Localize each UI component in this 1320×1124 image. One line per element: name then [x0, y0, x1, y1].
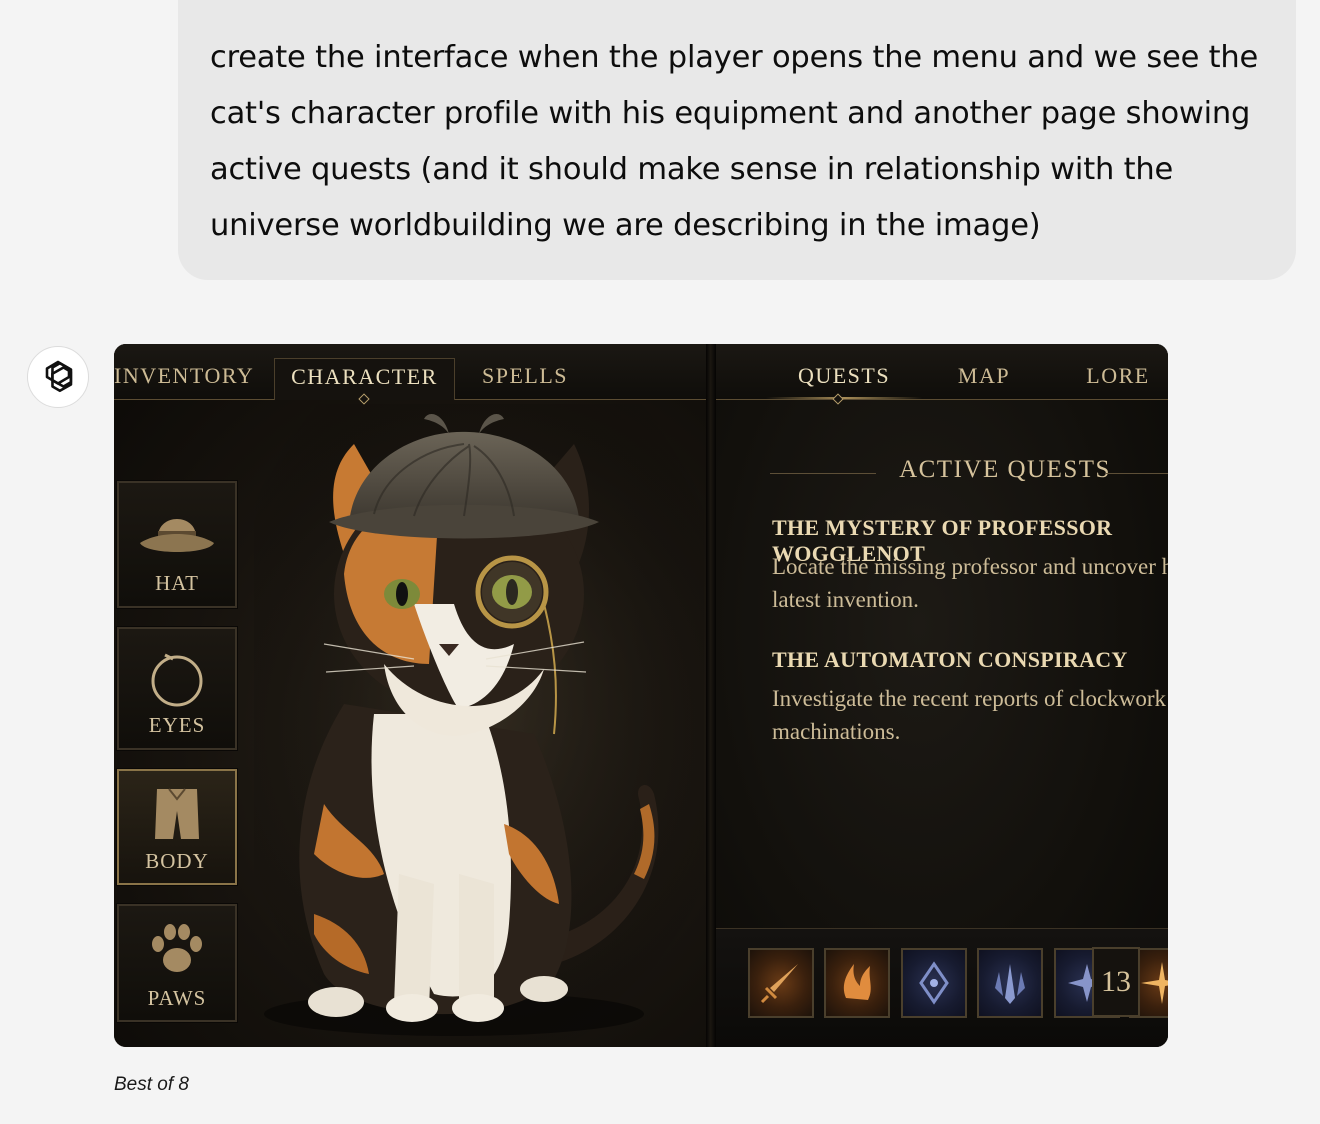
slot-label-eyes: EYES: [148, 713, 206, 737]
left-tab-bar: INVENTORY CHARACTER SPELLS: [114, 344, 706, 405]
tab-spells[interactable]: SPELLS: [474, 358, 576, 400]
slot-label-hat: HAT: [155, 571, 199, 595]
skill-slot[interactable]: [824, 948, 890, 1018]
user-message-bubble: create the interface when the player ope…: [178, 0, 1296, 280]
dagger-icon: [760, 964, 798, 1004]
openai-logo-icon: [45, 360, 73, 393]
skill-slot[interactable]: [748, 948, 814, 1018]
slot-label-body: BODY: [145, 849, 209, 873]
flame-claw-icon: [843, 964, 871, 1000]
panel-divider: [706, 344, 716, 1047]
right-tab-bar: QUESTS MAP LORE: [716, 344, 1168, 405]
diamond-rune-icon: [919, 961, 949, 1005]
skill-count-badge[interactable]: 13: [1092, 947, 1140, 1017]
user-message-text: create the interface when the player ope…: [210, 40, 1259, 243]
crystal-icon: [995, 964, 1025, 1004]
sparkle-icon: [1141, 962, 1168, 1004]
best-of-caption[interactable]: Best of 8: [114, 1074, 189, 1096]
hat-icon: [140, 519, 214, 552]
heading-rule-right: [1106, 473, 1168, 474]
slot-label-paws: PAWS: [147, 986, 207, 1010]
equipment-slot-body[interactable]: BODY: [116, 768, 238, 886]
cloak-icon: [155, 788, 199, 839]
quests-panel: QUESTS MAP LORE ACTIVE QUESTS THE MYSTER…: [716, 344, 1168, 1047]
equipment-slot-hat[interactable]: HAT: [116, 480, 238, 609]
active-quests-title: ACTIVE QUESTS: [899, 456, 1111, 483]
tab-map[interactable]: MAP: [946, 358, 1022, 400]
paw-icon: [152, 924, 202, 972]
equipment-slot-eyes[interactable]: EYES: [116, 626, 238, 751]
game-menu-image: INVENTORY CHARACTER SPELLS HAT EYES BODY…: [114, 344, 1168, 1047]
tab-inventory[interactable]: INVENTORY: [114, 358, 253, 400]
equipment-slot-paws[interactable]: PAWS: [116, 903, 238, 1023]
skill-slot[interactable]: [901, 948, 967, 1018]
tab-quests[interactable]: QUESTS: [786, 358, 902, 400]
quest-description: Investigate the recent reports of clockw…: [772, 686, 1167, 744]
tab-lore[interactable]: LORE: [1076, 358, 1160, 400]
cat-portrait: [254, 404, 704, 1047]
quest-title[interactable]: THE AUTOMATON CONSPIRACY: [772, 647, 1128, 673]
monocle-icon: [151, 653, 203, 707]
active-quests-heading: ACTIVE QUESTS: [770, 456, 1168, 486]
quest-description: Locate the missing professor and uncover…: [772, 554, 1168, 612]
character-panel: INVENTORY CHARACTER SPELLS HAT EYES BODY…: [114, 344, 706, 1047]
skill-slot[interactable]: [977, 948, 1043, 1018]
assistant-avatar: [27, 346, 89, 408]
tab-active-underline: [766, 397, 922, 399]
